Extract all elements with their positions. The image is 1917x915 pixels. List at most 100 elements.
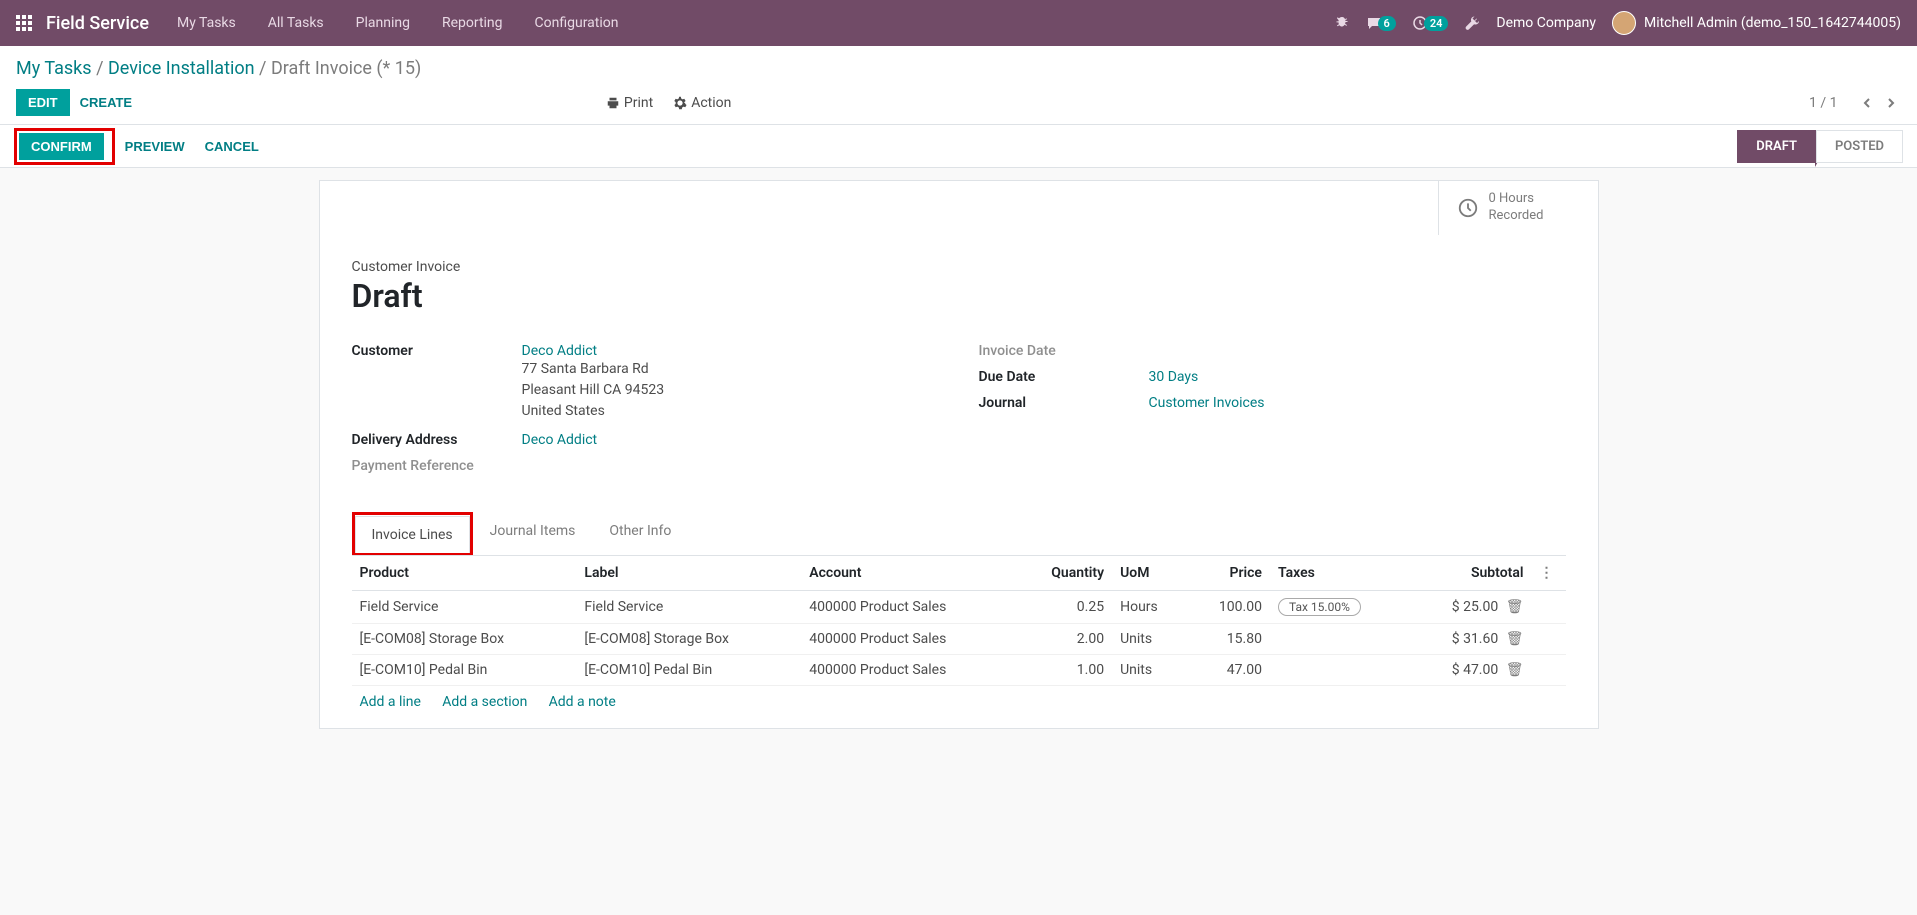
stat-line1: 0 Hours: [1489, 191, 1544, 208]
table-row[interactable]: [E-COM08] Storage Box[E-COM08] Storage B…: [352, 623, 1566, 654]
breadcrumb: My Tasks / Device Installation / Draft I…: [16, 58, 1901, 79]
cell-qty[interactable]: 2.00: [1016, 623, 1112, 654]
journal-value[interactable]: Customer Invoices: [1149, 395, 1265, 411]
table-row[interactable]: Field ServiceField Service400000 Product…: [352, 590, 1566, 623]
tab-other-info[interactable]: Other Info: [592, 512, 688, 555]
cell-tax[interactable]: [1270, 623, 1409, 654]
table-row[interactable]: [E-COM10] Pedal Bin[E-COM10] Pedal Bin40…: [352, 654, 1566, 685]
cell-uom[interactable]: Hours: [1112, 590, 1187, 623]
cell-product[interactable]: [E-COM08] Storage Box: [352, 623, 577, 654]
stat-line2: Recorded: [1489, 208, 1544, 225]
cell-subtotal: $ 47.00 🗑: [1409, 654, 1532, 685]
pager-text: 1 / 1: [1809, 95, 1837, 111]
confirm-button[interactable]: CONFIRM: [19, 133, 104, 160]
tabs: Invoice Lines Journal Items Other Info: [352, 512, 1566, 556]
company-name[interactable]: Demo Company: [1496, 15, 1596, 31]
messages-icon[interactable]: 6: [1366, 15, 1396, 31]
label-delivery: Delivery Address: [352, 432, 522, 448]
nav-planning[interactable]: Planning: [356, 15, 410, 31]
tab-invoice-lines[interactable]: Invoice Lines: [355, 516, 470, 553]
th-price[interactable]: Price: [1187, 556, 1270, 591]
cell-price[interactable]: 47.00: [1187, 654, 1270, 685]
breadcrumb-current: Draft Invoice (* 15): [271, 58, 421, 79]
cell-account[interactable]: 400000 Product Sales: [801, 654, 1015, 685]
invoice-lines-table: Product Label Account Quantity UoM Price…: [352, 556, 1566, 686]
cell-label[interactable]: [E-COM10] Pedal Bin: [576, 654, 801, 685]
user-name: Mitchell Admin (demo_150_1642744005): [1644, 15, 1901, 31]
th-taxes[interactable]: Taxes: [1270, 556, 1409, 591]
brand-title[interactable]: Field Service: [46, 13, 149, 34]
stat-hours-recorded[interactable]: 0 Hours Recorded: [1438, 181, 1598, 235]
th-subtotal[interactable]: Subtotal: [1409, 556, 1532, 591]
cell-uom[interactable]: Units: [1112, 654, 1187, 685]
customer-link[interactable]: Deco Addict: [522, 343, 598, 359]
customer-addr3: United States: [522, 401, 939, 422]
status-bar: CONFIRM PREVIEW CANCEL DRAFT POSTED: [0, 124, 1917, 168]
user-menu[interactable]: Mitchell Admin (demo_150_1642744005): [1612, 11, 1901, 35]
nav-reporting[interactable]: Reporting: [442, 15, 503, 31]
trash-icon[interactable]: 🗑: [1506, 631, 1524, 647]
cell-subtotal: $ 31.60 🗑: [1409, 623, 1532, 654]
bug-icon[interactable]: [1334, 15, 1350, 31]
customer-addr1: 77 Santa Barbara Rd: [522, 359, 939, 380]
avatar-icon: [1612, 11, 1636, 35]
th-label[interactable]: Label: [576, 556, 801, 591]
cell-product[interactable]: Field Service: [352, 590, 577, 623]
cell-tax[interactable]: Tax 15.00%: [1270, 590, 1409, 623]
label-customer: Customer: [352, 343, 522, 422]
nav-all-tasks[interactable]: All Tasks: [268, 15, 324, 31]
edit-button[interactable]: EDIT: [16, 89, 70, 116]
apps-icon[interactable]: [16, 15, 32, 31]
cell-account[interactable]: 400000 Product Sales: [801, 623, 1015, 654]
th-uom[interactable]: UoM: [1112, 556, 1187, 591]
nav-links: My Tasks All Tasks Planning Reporting Co…: [177, 15, 619, 31]
th-account[interactable]: Account: [801, 556, 1015, 591]
kebab-icon[interactable]: ⋮: [1540, 565, 1558, 581]
cell-price[interactable]: 15.80: [1187, 623, 1270, 654]
add-note-link[interactable]: Add a note: [549, 694, 616, 710]
status-posted[interactable]: POSTED: [1816, 130, 1903, 163]
pager-prev[interactable]: [1861, 95, 1873, 111]
breadcrumb-my-tasks[interactable]: My Tasks: [16, 58, 92, 79]
label-journal: Journal: [979, 395, 1149, 411]
cell-price[interactable]: 100.00: [1187, 590, 1270, 623]
delivery-link[interactable]: Deco Addict: [522, 432, 598, 448]
tools-icon[interactable]: [1464, 15, 1480, 31]
nav-configuration[interactable]: Configuration: [535, 15, 619, 31]
clock-icon: [1457, 197, 1479, 219]
page-title: Draft: [352, 277, 1566, 315]
action-button[interactable]: Action: [673, 95, 731, 111]
preview-button[interactable]: PREVIEW: [115, 133, 195, 160]
cell-account[interactable]: 400000 Product Sales: [801, 590, 1015, 623]
label-payref: Payment Reference: [352, 458, 522, 474]
nav-my-tasks[interactable]: My Tasks: [177, 15, 236, 31]
trash-icon[interactable]: 🗑: [1506, 662, 1524, 678]
status-draft[interactable]: DRAFT: [1737, 130, 1816, 163]
th-qty[interactable]: Quantity: [1016, 556, 1112, 591]
activities-badge: 24: [1424, 16, 1449, 31]
trash-icon[interactable]: 🗑: [1506, 599, 1524, 615]
cell-product[interactable]: [E-COM10] Pedal Bin: [352, 654, 577, 685]
cell-label[interactable]: [E-COM08] Storage Box: [576, 623, 801, 654]
cell-subtotal: $ 25.00 🗑: [1409, 590, 1532, 623]
cell-tax[interactable]: [1270, 654, 1409, 685]
add-line-link[interactable]: Add a line: [360, 694, 421, 710]
activities-icon[interactable]: 24: [1412, 15, 1449, 31]
top-navbar: Field Service My Tasks All Tasks Plannin…: [0, 0, 1917, 46]
cell-label[interactable]: Field Service: [576, 590, 801, 623]
cell-qty[interactable]: 1.00: [1016, 654, 1112, 685]
cell-qty[interactable]: 0.25: [1016, 590, 1112, 623]
create-button[interactable]: CREATE: [70, 89, 142, 116]
print-button[interactable]: Print: [606, 95, 653, 111]
pager-next[interactable]: [1885, 95, 1897, 111]
statusbar: DRAFT POSTED: [1737, 130, 1903, 163]
breadcrumb-device-installation[interactable]: Device Installation: [108, 58, 255, 79]
add-section-link[interactable]: Add a section: [442, 694, 527, 710]
cancel-button[interactable]: CANCEL: [195, 133, 269, 160]
th-product[interactable]: Product: [352, 556, 577, 591]
due-date-value[interactable]: 30 Days: [1149, 369, 1199, 385]
section-label: Customer Invoice: [352, 259, 1566, 275]
tab-journal-items[interactable]: Journal Items: [473, 512, 593, 555]
cell-uom[interactable]: Units: [1112, 623, 1187, 654]
control-bar: My Tasks / Device Installation / Draft I…: [0, 46, 1917, 124]
